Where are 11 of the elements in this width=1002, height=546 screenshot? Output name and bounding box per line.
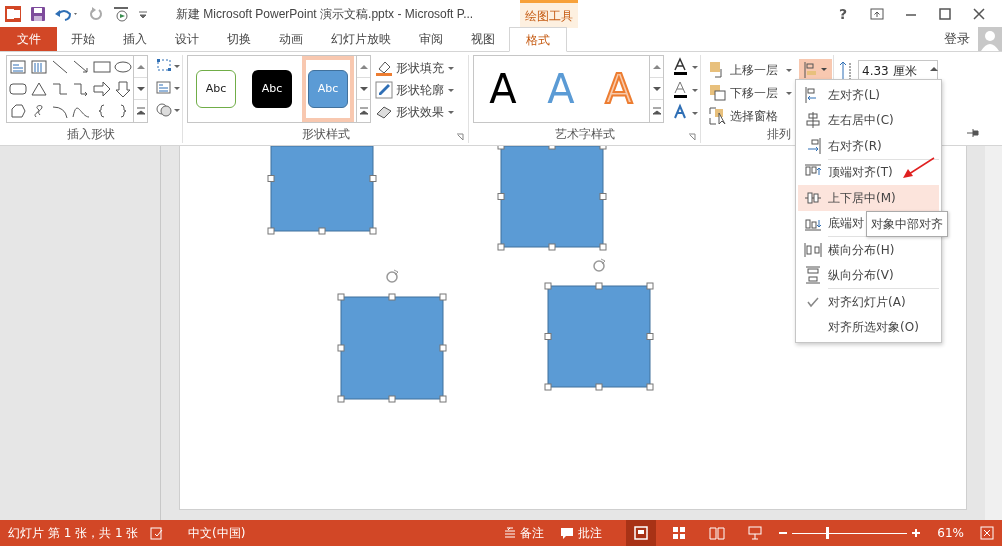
style-sample: Abc xyxy=(252,70,292,108)
style-sample: Abc xyxy=(196,70,236,108)
tooltip: 对象中部对齐 xyxy=(866,211,948,237)
contextual-tab-label: 绘图工具 xyxy=(520,0,578,28)
group-label: 插入形状 xyxy=(66,126,116,143)
slide-count-status: 幻灯片 第 1 张，共 1 张 xyxy=(7,525,140,542)
window-title: 新建 Microsoft PowerPoint 演示文稿.pptx - Microsoft P... xyxy=(176,6,475,23)
group-label: 艺术字样式 xyxy=(553,126,616,143)
group-label: 排列 xyxy=(766,126,792,143)
style-sample: Abc xyxy=(308,70,348,108)
group-label: 形状样式 xyxy=(300,126,351,143)
